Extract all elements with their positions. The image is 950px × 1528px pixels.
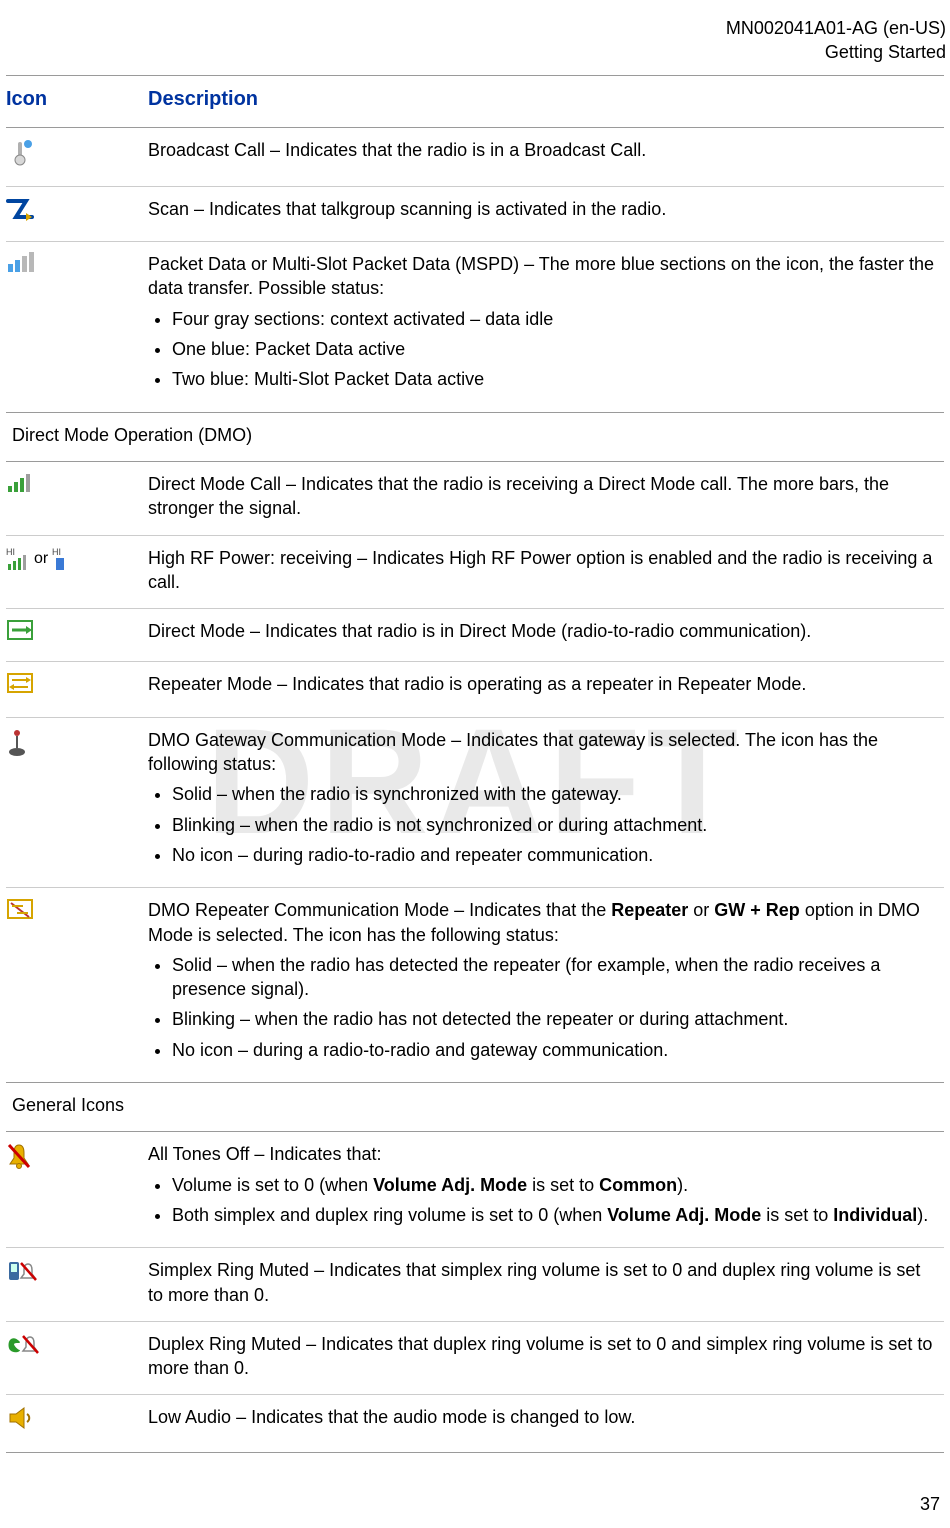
desc-cell: Scan – Indicates that talkgroup scanning…	[142, 187, 944, 241]
broadcast-call-icon	[6, 138, 34, 166]
desc-cell: DMO Repeater Communication Mode – Indica…	[148, 900, 920, 944]
dmo-repeater-comm-icon	[6, 898, 34, 922]
table-row: DMO Repeater Communication Mode – Indica…	[6, 888, 944, 1082]
svg-text:HI: HI	[52, 547, 61, 557]
desc-cell: Broadcast Call – Indicates that the radi…	[142, 128, 944, 186]
table-row: Broadcast Call – Indicates that the radi…	[6, 128, 944, 186]
table-row: Low Audio – Indicates that the audio mod…	[6, 1395, 944, 1451]
list-item: Both simplex and duplex ring volume is s…	[172, 1203, 938, 1227]
section-heading-dmo: Direct Mode Operation (DMO)	[6, 413, 944, 461]
table-row: All Tones Off – Indicates that: Volume i…	[6, 1132, 944, 1247]
table-row: DMO Gateway Communication Mode – Indicat…	[6, 718, 944, 887]
desc-cell: Simplex Ring Muted – Indicates that simp…	[142, 1248, 944, 1321]
col-header-description: Description	[148, 88, 258, 110]
desc-cell: Low Audio – Indicates that the audio mod…	[142, 1395, 944, 1451]
list-item: No icon – during radio-to-radio and repe…	[172, 843, 938, 867]
desc-cell: All Tones Off – Indicates that:	[148, 1142, 938, 1166]
svg-text:HI: HI	[6, 547, 15, 557]
icon-description-table: Icon Description Broadcast Call – Indica…	[6, 76, 944, 1453]
desc-cell: DMO Gateway Communication Mode – Indicat…	[148, 728, 938, 777]
doc-id: MN002041A01-AG (en-US)	[0, 16, 946, 40]
table-row: Scan – Indicates that talkgroup scanning…	[6, 187, 944, 241]
desc-cell: Direct Mode – Indicates that radio is in…	[142, 609, 944, 661]
page-number: 37	[920, 1492, 940, 1516]
scan-icon	[6, 197, 34, 221]
list-item: Two blue: Multi-Slot Packet Data active	[172, 367, 938, 391]
direct-mode-call-icon	[6, 472, 36, 494]
all-tones-off-icon	[6, 1142, 32, 1170]
high-rf-power-receiving-icon: HI or HI	[6, 546, 70, 572]
list-item: Volume is set to 0 (when Volume Adj. Mod…	[172, 1173, 938, 1197]
simplex-ring-muted-icon	[6, 1258, 40, 1286]
list-item: Solid – when the radio is synchronized w…	[172, 782, 938, 806]
table-row: Simplex Ring Muted – Indicates that simp…	[6, 1248, 944, 1321]
duplex-ring-muted-icon	[6, 1332, 40, 1358]
packet-data-icon	[6, 252, 36, 276]
desc-cell: Duplex Ring Muted – Indicates that duple…	[142, 1322, 944, 1395]
dmo-gateway-icon	[6, 728, 28, 758]
desc-cell: Repeater Mode – Indicates that radio is …	[142, 662, 944, 716]
desc-cell: Direct Mode Call – Indicates that the ra…	[142, 462, 944, 535]
section-title: Getting Started	[0, 40, 946, 64]
repeater-mode-icon	[6, 672, 34, 696]
list-item: Blinking – when the radio is not synchro…	[172, 813, 938, 837]
section-heading-general: General Icons	[6, 1083, 944, 1131]
list-item: No icon – during a radio-to-radio and ga…	[172, 1038, 938, 1062]
list-item: One blue: Packet Data active	[172, 337, 938, 361]
table-row: HI or HI High RF Power: receivin	[6, 536, 944, 609]
table-row: Repeater Mode – Indicates that radio is …	[6, 662, 944, 716]
list-item: Solid – when the radio has detected the …	[172, 953, 938, 1002]
table-row: Direct Mode Call – Indicates that the ra…	[6, 462, 944, 535]
list-item: Blinking – when the radio has not detect…	[172, 1007, 938, 1031]
direct-mode-icon	[6, 619, 34, 641]
or-text: or	[34, 548, 48, 570]
desc-cell: Packet Data or Multi-Slot Packet Data (M…	[148, 252, 938, 301]
list-item: Four gray sections: context activated – …	[172, 307, 938, 331]
table-row: Duplex Ring Muted – Indicates that duple…	[6, 1322, 944, 1395]
col-header-icon: Icon	[6, 88, 47, 110]
table-row: Direct Mode – Indicates that radio is in…	[6, 609, 944, 661]
table-row: Packet Data or Multi-Slot Packet Data (M…	[6, 242, 944, 411]
low-audio-icon	[6, 1405, 36, 1431]
desc-cell: High RF Power: receiving – Indicates Hig…	[142, 536, 944, 609]
